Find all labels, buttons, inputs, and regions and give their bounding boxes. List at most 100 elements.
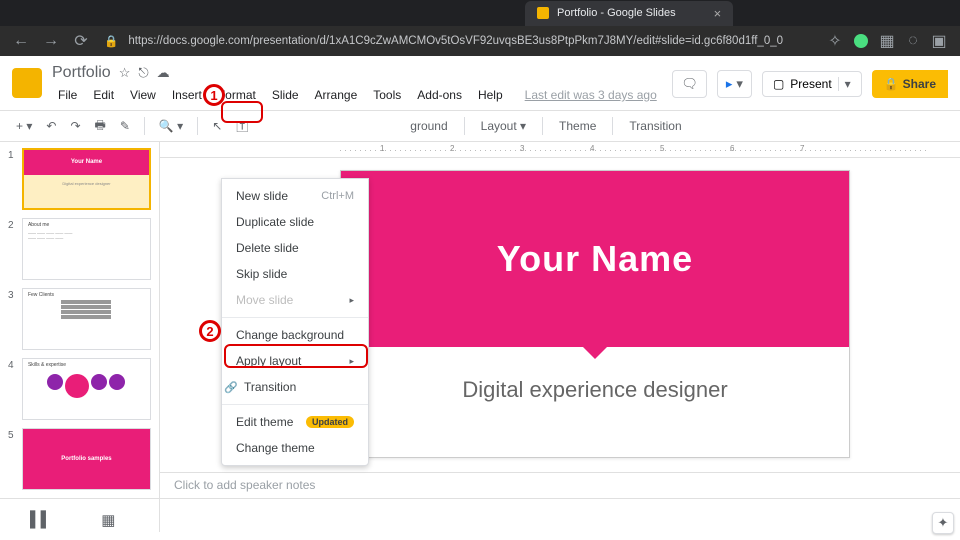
separator [144, 117, 145, 135]
menu-item-skip-slide[interactable]: Skip slide [222, 261, 368, 287]
comments-button[interactable]: 🗨 [672, 70, 707, 98]
zoom-button[interactable]: 🔍 ▾ [155, 117, 187, 135]
share-page-icon[interactable]: ✧ [828, 34, 842, 48]
layout-button[interactable]: Layout ▾ [475, 117, 532, 135]
move-icon[interactable]: ⎋ [138, 65, 148, 81]
redo-button[interactable]: ↷ [66, 117, 84, 135]
menu-view[interactable]: View [124, 84, 162, 106]
print-button[interactable]: 🖶 [91, 114, 110, 139]
separator [197, 117, 198, 135]
slides-favicon [537, 7, 549, 19]
explore-button[interactable]: ✦ [932, 512, 954, 534]
menu-arrange[interactable]: Arrange [309, 84, 364, 106]
updated-badge: Updated [306, 416, 354, 428]
theme-button[interactable]: Theme [553, 117, 602, 135]
menu-item-edit-theme[interactable]: Edit theme Updated [222, 409, 368, 435]
slideshow-dropdown-button[interactable]: ▸▾ [717, 70, 752, 98]
separator [542, 117, 543, 135]
slide-title-block[interactable]: Your Name [341, 171, 849, 347]
close-tab-icon[interactable]: × [714, 6, 722, 21]
menu-edit[interactable]: Edit [87, 84, 120, 106]
menu-item-change-theme[interactable]: Change theme [222, 435, 368, 461]
speaker-notes[interactable]: Click to add speaker notes [160, 472, 960, 498]
star-icon[interactable]: ☆ [119, 65, 131, 81]
tab-title: Portfolio - Google Slides [557, 7, 676, 19]
google-slides-app: Portfolio ☆ ⎋ ☁ File Edit View Insert Fo… [0, 56, 960, 540]
menu-bar: File Edit View Insert Format Slide Arran… [52, 84, 672, 106]
thumb-subtitle: Digital experience designer [23, 181, 150, 186]
slide-canvas[interactable]: Your Name Digital experience designer [340, 170, 850, 458]
slide-thumbnail[interactable]: Few Clients [22, 288, 151, 350]
menu-file[interactable]: File [52, 84, 83, 106]
cloud-status-icon[interactable]: ☁ [157, 65, 170, 81]
slides-logo-icon[interactable] [12, 68, 42, 98]
menu-help[interactable]: Help [472, 84, 509, 106]
menu-insert[interactable]: Insert [166, 84, 208, 106]
annotation-highlight [224, 344, 368, 368]
browser-tab-strip: Portfolio - Google Slides × [0, 0, 960, 26]
forward-icon[interactable]: → [44, 34, 58, 48]
menu-addons[interactable]: Add-ons [411, 84, 468, 106]
undo-button[interactable]: ↶ [42, 117, 60, 135]
url-box[interactable]: 🔒 https://docs.google.com/presentation/d… [104, 34, 812, 48]
thumb-title: Portfolio samples [23, 429, 150, 489]
chevron-right-icon: ▸ [349, 295, 354, 306]
present-label: Present [790, 77, 831, 91]
grid-view-icon[interactable]: ▦ [101, 511, 115, 529]
browser-address-bar: ← → ⟳ 🔒 https://docs.google.com/presenta… [0, 26, 960, 56]
menu-tools[interactable]: Tools [367, 84, 407, 106]
menu-slide[interactable]: Slide [266, 84, 305, 106]
transition-button[interactable]: Transition [623, 117, 687, 135]
slide-subtitle[interactable]: Digital experience designer [341, 377, 849, 403]
annotation-highlight [221, 101, 263, 123]
present-caret-icon[interactable]: ▾ [838, 77, 851, 91]
browser-extensions: ✧ ▦ ◌ ▣ [828, 34, 946, 48]
menu-item-new-slide[interactable]: New slide Ctrl+M [222, 183, 368, 209]
separator [464, 117, 465, 135]
extension-icon[interactable] [854, 34, 868, 48]
present-icon: ▢ [773, 77, 784, 91]
url-text: https://docs.google.com/presentation/d/1… [128, 35, 783, 47]
last-edit-link[interactable]: Last edit was 3 days ago [519, 84, 663, 106]
extension-icon[interactable]: ◌ [906, 34, 920, 48]
title-bar: Portfolio ☆ ⎋ ☁ File Edit View Insert Fo… [0, 56, 960, 106]
filmstrip-view-icon[interactable]: ▌▌ [30, 511, 51, 528]
document-title[interactable]: Portfolio [52, 64, 111, 82]
slide-filmstrip[interactable]: 1 Your Name Digital experience designer … [0, 142, 160, 532]
notes-placeholder: Click to add speaker notes [174, 478, 315, 492]
thumb-number: 5 [8, 428, 16, 490]
caret-decoration [581, 345, 609, 359]
menu-separator [222, 317, 368, 318]
separator [612, 117, 613, 135]
menu-item-delete-slide[interactable]: Delete slide [222, 235, 368, 261]
menu-separator [222, 404, 368, 405]
menu-item-transition[interactable]: 🔗 Transition [222, 374, 368, 400]
slide-thumbnail[interactable]: About me—— —— —— —— ———— —— —— —— [22, 218, 151, 280]
slide-thumbnail[interactable]: Your Name Digital experience designer [22, 148, 151, 210]
annotation-marker: 1 [203, 84, 225, 106]
slide-thumbnail[interactable]: Portfolio samples [22, 428, 151, 490]
new-slide-button[interactable]: + ▾ [12, 117, 36, 135]
shortcut-label: Ctrl+M [321, 190, 354, 202]
background-button[interactable]: ground [404, 117, 453, 135]
lock-icon: 🔒 [104, 34, 118, 48]
paint-format-button[interactable]: ✎ [116, 117, 134, 135]
slide-thumbnail[interactable]: Skills & expertise [22, 358, 151, 420]
horizontal-ruler: 1 2 3 4 5 6 7 [160, 142, 960, 158]
thumb-title: Your Name [23, 149, 150, 175]
thumb-number: 2 [8, 218, 16, 280]
slide-title: Your Name [497, 238, 693, 280]
reload-icon[interactable]: ⟳ [74, 34, 88, 48]
extension-icon[interactable]: ▦ [880, 34, 894, 48]
toolbar: + ▾ ↶ ↷ 🖶 ✎ 🔍 ▾ ↖ 🅃 ground Layout ▾ Them… [0, 110, 960, 142]
share-icon: 🔒 [884, 77, 899, 91]
thumb-number: 4 [8, 358, 16, 420]
menu-item-duplicate-slide[interactable]: Duplicate slide [222, 209, 368, 235]
share-label: Share [903, 77, 936, 91]
thumb-number: 3 [8, 288, 16, 350]
browser-tab[interactable]: Portfolio - Google Slides × [525, 1, 733, 26]
back-icon[interactable]: ← [14, 34, 28, 48]
extension-icon[interactable]: ▣ [932, 34, 946, 48]
share-button[interactable]: 🔒 Share [872, 70, 948, 98]
present-button[interactable]: ▢ Present ▾ [762, 71, 862, 97]
